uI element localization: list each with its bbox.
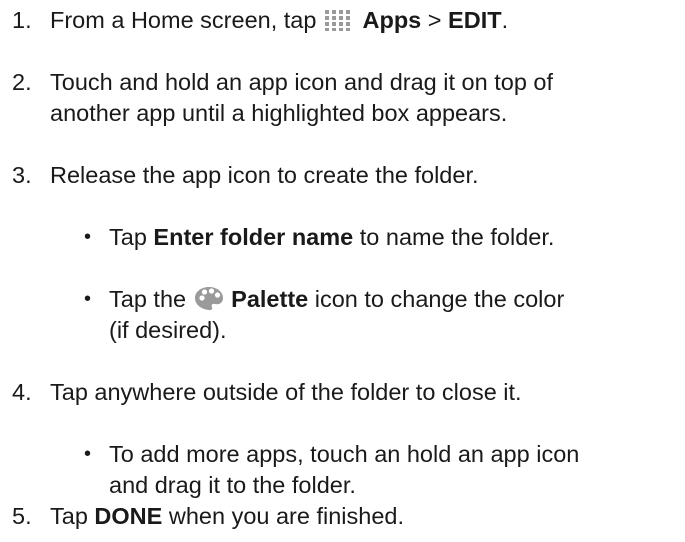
step-number: 4. xyxy=(12,379,32,405)
sub-text: Tap the Palette icon to change the color… xyxy=(109,285,565,343)
palette-icon xyxy=(193,285,225,311)
sub-text: To add more apps, touch an hold an app i… xyxy=(109,441,580,498)
bullet: • xyxy=(84,288,92,310)
step-text: From a Home screen, tap Apps > EDIT. xyxy=(50,7,509,33)
step-text: Touch and hold an app icon and drag it o… xyxy=(50,69,554,126)
bullet: • xyxy=(84,443,92,465)
step-text: Release the app icon to create the folde… xyxy=(50,162,479,188)
step-number: 2. xyxy=(12,69,32,95)
step-text: Tap anywhere outside of the folder to cl… xyxy=(50,379,522,405)
bullet: • xyxy=(84,226,92,248)
step-number: 3. xyxy=(12,162,32,188)
sub-text: Tap Enter folder name to name the folder… xyxy=(109,224,555,250)
step-number: 5. xyxy=(12,503,32,529)
apps-grid-icon xyxy=(323,8,356,32)
step-number: 1. xyxy=(12,7,32,33)
instructions-document: 1. From a Home screen, tap Apps > EDIT. … xyxy=(0,0,685,542)
step-text: Tap DONE when you are finished. xyxy=(50,503,405,529)
